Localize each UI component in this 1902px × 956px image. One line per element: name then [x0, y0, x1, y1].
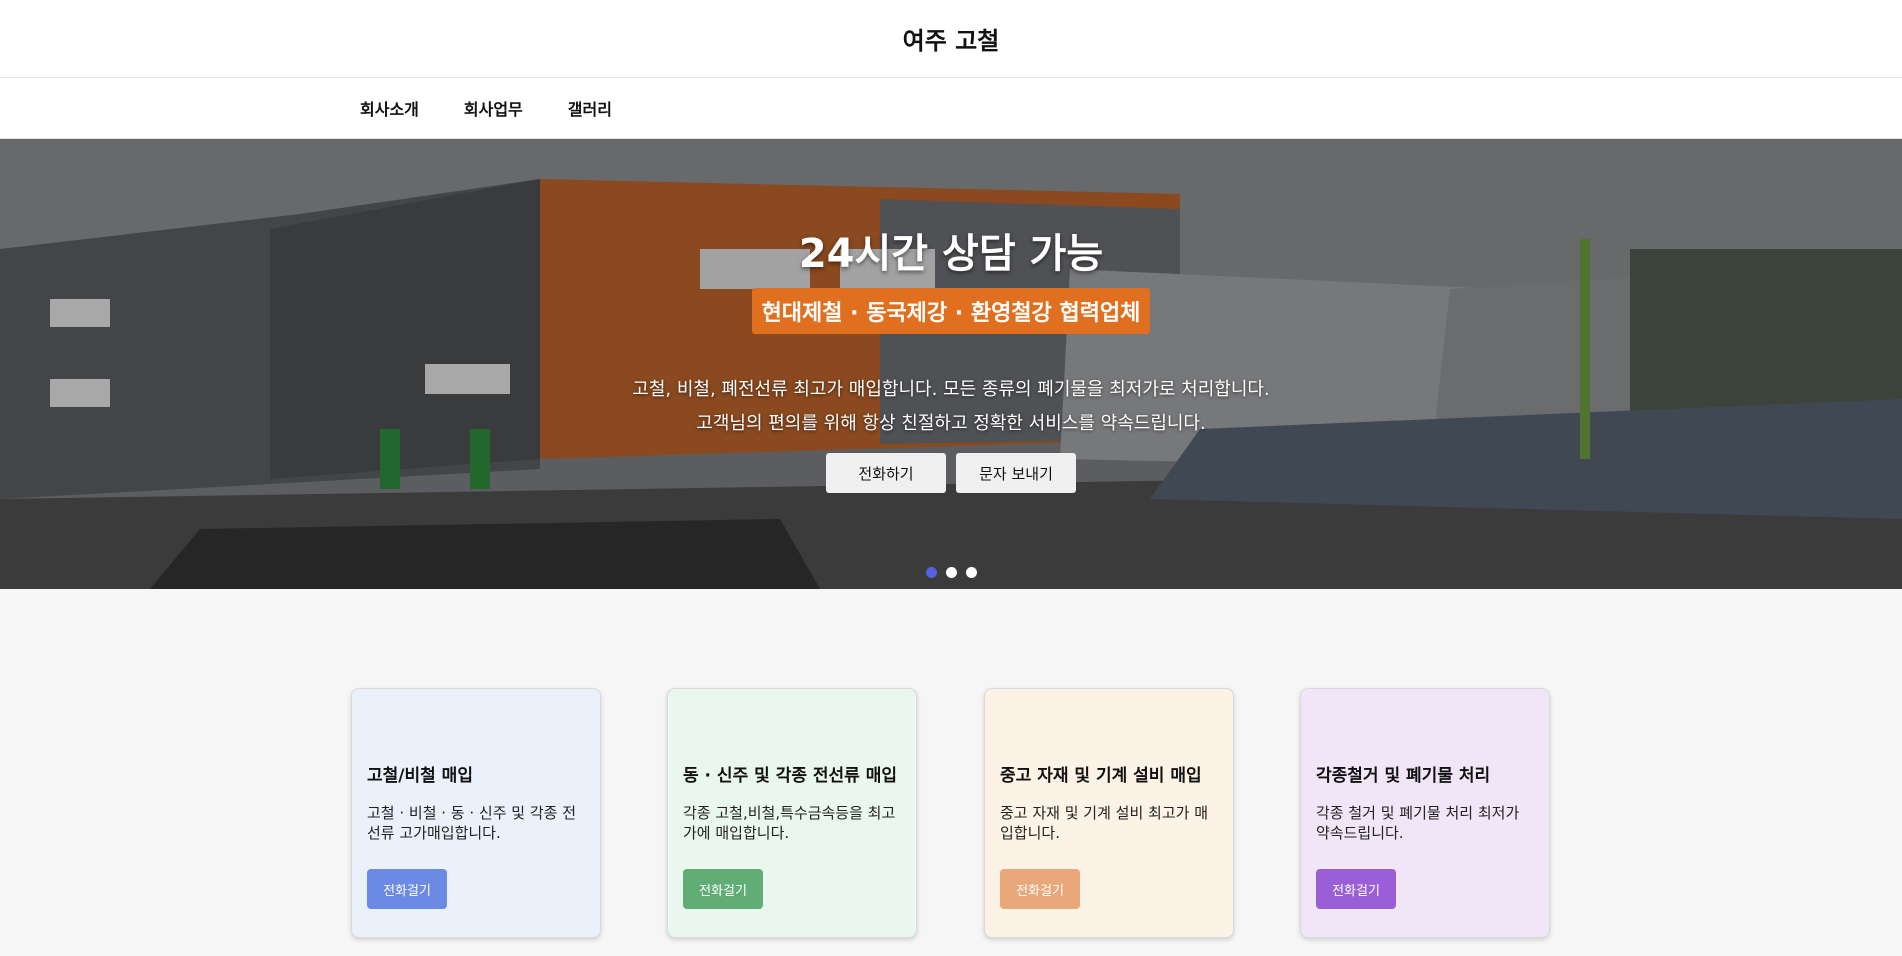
card-title: 중고 자재 및 기계 설비 매입 [1000, 766, 1202, 786]
service-card-used-equipment: 중고 자재 및 기계 설비 매입 중고 자재 및 기계 설비 최고가 매입합니다… [984, 688, 1234, 938]
hero-description-line-2: 고객님의 편의를 위해 항상 친절하고 정확한 서비스를 약속드립니다. [696, 413, 1206, 434]
nav-item-about[interactable]: 회사소개 [360, 96, 419, 120]
card-call-button[interactable]: 전화걸기 [683, 869, 763, 909]
slide-dot-3[interactable] [965, 567, 977, 578]
card-title: 고철/비철 매입 [367, 766, 473, 786]
card-description: 각종 고철,비철,특수금속등을 최고가에 매입합니다. [683, 804, 896, 842]
card-description: 각종 철거 및 폐기물 처리 최저가 약속드립니다. [1316, 804, 1520, 842]
card-call-button[interactable]: 전화걸기 [367, 869, 447, 909]
hero-badge-wrap: 현대제철 · 동국제강 · 환영철강 협력업체 [0, 288, 1902, 334]
hero-description: 고철, 비철, 폐전선류 최고가 매입합니다. 모든 종류의 폐기물을 최저가로… [0, 373, 1902, 441]
card-description: 중고 자재 및 기계 설비 최고가 매입합니다. [1000, 804, 1209, 842]
service-card-scrap-metal: 고철/비철 매입 고철 · 비철 · 동 · 신주 및 각종 전선류 고가매입합… [351, 688, 601, 938]
service-card-copper-wire: 동 · 신주 및 각종 전선류 매입 각종 고철,비철,특수금속등을 최고가에 … [667, 688, 917, 938]
nav-item-gallery[interactable]: 갤러리 [568, 96, 612, 120]
site-header: 여주 고철 [0, 0, 1902, 78]
services-section: 고철/비철 매입 고철 · 비철 · 동 · 신주 및 각종 전선류 고가매입합… [0, 589, 1902, 956]
hero-slider: 24시간 상담 가능 현대제철 · 동국제강 · 환영철강 협력업체 고철, 비… [0, 139, 1902, 589]
card-title: 각종철거 및 폐기물 처리 [1316, 766, 1491, 786]
card-title: 동 · 신주 및 각종 전선류 매입 [683, 766, 898, 786]
nav-item-business[interactable]: 회사업무 [464, 96, 523, 120]
hero-description-line-1: 고철, 비철, 폐전선류 최고가 매입합니다. 모든 종류의 폐기물을 최저가로… [632, 379, 1270, 400]
card-call-button[interactable]: 전화걸기 [1316, 869, 1396, 909]
slide-dot-2[interactable] [945, 567, 957, 578]
service-card-demolition-waste: 각종철거 및 폐기물 처리 각종 철거 및 폐기물 처리 최저가 약속드립니다.… [1300, 688, 1550, 938]
card-call-button[interactable]: 전화걸기 [1000, 869, 1080, 909]
hero-buttons: 전화하기 문자 보내기 [0, 453, 1902, 493]
call-button[interactable]: 전화하기 [826, 453, 946, 493]
hero-overlay [0, 139, 1902, 589]
site-title[interactable]: 여주 고철 [903, 21, 1000, 56]
card-description: 고철 · 비철 · 동 · 신주 및 각종 전선류 고가매입합니다. [367, 804, 577, 842]
send-sms-button[interactable]: 문자 보내기 [956, 453, 1076, 493]
slide-dot-1[interactable] [925, 567, 937, 578]
partner-badge: 현대제철 · 동국제강 · 환영철강 협력업체 [751, 288, 1151, 334]
slider-dots [0, 567, 1902, 578]
hero-title: 24시간 상담 가능 [798, 231, 1104, 277]
main-nav: 회사소개 회사업무 갤러리 [0, 78, 1902, 139]
